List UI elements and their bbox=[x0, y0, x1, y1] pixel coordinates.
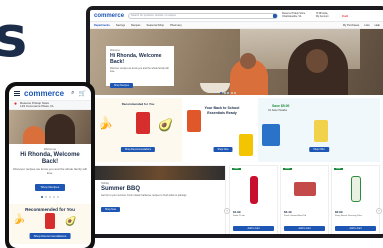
banana-icon: 🍌 bbox=[98, 116, 113, 130]
nav-lists[interactable]: Lists bbox=[364, 24, 369, 27]
shop-recommendations-button[interactable]: Shop Recommendations bbox=[120, 147, 156, 152]
nav-departments[interactable]: Departments bbox=[94, 24, 110, 27]
product-card[interactable]: Deal $3.49 Fresh Ground Beef 1lb Add to … bbox=[280, 165, 329, 234]
location-pin-icon: ● bbox=[14, 101, 18, 108]
product-card[interactable]: Deal $1.99 Soda 2 Liter Add to Cart bbox=[229, 165, 278, 234]
chips-image bbox=[136, 112, 150, 134]
hero-body: Discover recipes we know you and the who… bbox=[110, 67, 169, 73]
cart-icon[interactable]: 🛒 bbox=[79, 90, 86, 97]
dressing-bottle-image bbox=[350, 176, 361, 202]
bts-shop-button[interactable]: Shop Now bbox=[213, 147, 233, 152]
product-name: Fresh Ground Beef 1lb bbox=[284, 215, 307, 217]
product-name: Zesty Ranch Dressing 16oz bbox=[335, 215, 362, 217]
juice-box-image bbox=[239, 134, 253, 156]
desktop-header: commerce Search for products, brands, or… bbox=[90, 10, 383, 22]
nav-savings[interactable]: Savings bbox=[116, 24, 125, 27]
snack-box-image bbox=[262, 124, 280, 146]
product-card[interactable]: Deal $2.99 Zesty Ranch Dressing 16oz Add… bbox=[331, 165, 380, 234]
snack-can-image bbox=[314, 120, 328, 142]
hero-photo-mother bbox=[288, 39, 348, 95]
bbq-photo bbox=[95, 166, 225, 180]
mobile-screen: commerce ⌕ 🛒 ● Reserve Pickup Store 123 … bbox=[9, 86, 91, 248]
product-carousel: Deal $1.99 Soda 2 Liter Add to Cart Deal… bbox=[229, 165, 380, 234]
nav-pharmacy[interactable]: Pharmacy bbox=[170, 24, 182, 27]
bbq-shop-button[interactable]: Shop Now bbox=[101, 207, 121, 212]
product-price: $1.99 bbox=[233, 210, 241, 214]
search-icon[interactable] bbox=[273, 13, 278, 18]
carousel-prev-icon[interactable]: ‹ bbox=[224, 208, 230, 214]
save-subtitle: On Select Snacks bbox=[268, 109, 288, 112]
mobile-recommended-title: Recommended for You bbox=[25, 207, 75, 213]
mobile-header: commerce ⌕ 🛒 bbox=[9, 86, 91, 100]
phone-frame: commerce ⌕ 🛒 ● Reserve Pickup Store 123 … bbox=[5, 82, 95, 248]
recommended-tile[interactable]: Recommended for You 🍌 🥑 Shop Recommendat… bbox=[94, 98, 182, 162]
chips-image bbox=[45, 213, 55, 230]
deal-badge: Deal bbox=[283, 168, 292, 170]
cart-button[interactable]: Cart bbox=[342, 14, 348, 18]
carousel-next-icon[interactable]: › bbox=[376, 208, 382, 214]
shop-recipes-button[interactable]: Shop Recipes bbox=[110, 83, 133, 88]
mobile-brand-logo[interactable]: commerce bbox=[24, 89, 64, 98]
deal-badge: Deal bbox=[232, 168, 241, 170]
back-to-school-tile[interactable]: Your Back to School Essentials Ready Sho… bbox=[185, 98, 255, 162]
carousel-dots[interactable] bbox=[220, 92, 236, 94]
store-selector[interactable]: Reserve Pickup Store Charlottesville, VA bbox=[282, 12, 312, 18]
mobile-carousel-dots[interactable] bbox=[13, 196, 87, 199]
ground-beef-image bbox=[293, 182, 316, 196]
nav-seasonal[interactable]: Seasonal Shop bbox=[146, 24, 164, 27]
brand-logo[interactable]: commerce bbox=[94, 13, 124, 19]
bbq-title: Summer BBQ bbox=[101, 186, 141, 192]
product-name: Soda 2 Liter bbox=[233, 215, 245, 217]
hero-banner: Welcome Hi Rhonda, Welcome Back! Discove… bbox=[90, 29, 383, 95]
nav-recipes[interactable]: Recipes bbox=[131, 24, 140, 27]
desktop-screen: commerce Search for products, brands, or… bbox=[90, 10, 383, 234]
search-icon[interactable]: ⌕ bbox=[71, 90, 74, 97]
mobile-hero-card: Welcome Hi Rhonda, Welcome Back! Discove… bbox=[9, 144, 91, 201]
featured-row: Holiday Summer BBQ Get fire to your summ… bbox=[94, 165, 380, 234]
product-price: $3.49 bbox=[284, 210, 292, 214]
hero-card: Welcome Hi Rhonda, Welcome Back! Discove… bbox=[106, 46, 174, 88]
mobile-hero-photo bbox=[9, 110, 91, 144]
add-to-cart-button[interactable]: Add to Cart bbox=[335, 226, 376, 231]
hero-photo-child bbox=[230, 53, 268, 95]
hero-title: Hi Rhonda, Welcome Back! bbox=[110, 53, 162, 65]
store-address: 123 Commerce Place, FL bbox=[20, 104, 55, 108]
nav-help[interactable]: Help bbox=[375, 24, 380, 27]
promo-row: Recommended for You 🍌 🥑 Shop Recommendat… bbox=[94, 98, 380, 162]
hero-kicker: Welcome bbox=[110, 49, 120, 52]
add-to-cart-button[interactable]: Add to Cart bbox=[233, 226, 274, 231]
mobile-shop-recipes-button[interactable]: Shop Recipes bbox=[34, 183, 66, 191]
mobile-hero-kicker: Welcome bbox=[43, 147, 57, 151]
summer-bbq-card[interactable]: Holiday Summer BBQ Get fire to your summ… bbox=[94, 165, 226, 234]
heading-fragment: s bbox=[0, 5, 27, 70]
product-price: $2.99 bbox=[335, 210, 343, 214]
add-to-cart-button[interactable]: Add to Cart bbox=[284, 226, 325, 231]
search-input[interactable]: Search for products, brands, or recipes bbox=[128, 12, 279, 19]
save-title: Save $5.00 bbox=[272, 104, 290, 108]
laptop-frame: commerce Search for products, brands, or… bbox=[86, 6, 383, 238]
avocado-icon: 🥑 bbox=[65, 216, 77, 227]
avocado-icon: 🥑 bbox=[158, 118, 173, 132]
mobile-recommended-tile[interactable]: Recommended for You 🍌 🥑 Shop Recommendat… bbox=[9, 204, 91, 245]
nav-purchases[interactable]: My Purchases bbox=[343, 24, 359, 27]
desktop-nav: Departments Savings Recipes Seasonal Sho… bbox=[90, 22, 383, 29]
deal-badge: Deal bbox=[334, 168, 343, 170]
banana-icon: 🍌 bbox=[13, 214, 26, 226]
mobile-hero-title: Hi Rhonda, Welcome Back! bbox=[20, 152, 80, 165]
snack-bag-image bbox=[187, 110, 201, 132]
mobile-store-selector[interactable]: ● Reserve Pickup Store 123 Commerce Plac… bbox=[9, 100, 91, 110]
shop-offer-button[interactable]: Shop Offer bbox=[309, 147, 329, 152]
soda-bottle-image bbox=[249, 176, 258, 204]
save-offer-tile[interactable]: Save $5.00 On Select Snacks Shop Offer bbox=[258, 98, 380, 162]
mobile-shop-recommendations-button[interactable]: Shop Recommendations bbox=[29, 233, 71, 240]
account-menu[interactable]: Hi Rhonda, My Account bbox=[316, 12, 338, 18]
mobile-hero-body: Discover recipes we know you and the who… bbox=[13, 167, 87, 175]
bbq-body: Get fire to your summer. From classic ba… bbox=[101, 194, 187, 197]
menu-icon[interactable] bbox=[14, 90, 20, 96]
bts-title: Your Back to School Essentials Ready bbox=[204, 106, 240, 115]
bbq-kicker: Holiday bbox=[101, 182, 109, 185]
recommended-title: Recommended for You bbox=[121, 102, 155, 106]
